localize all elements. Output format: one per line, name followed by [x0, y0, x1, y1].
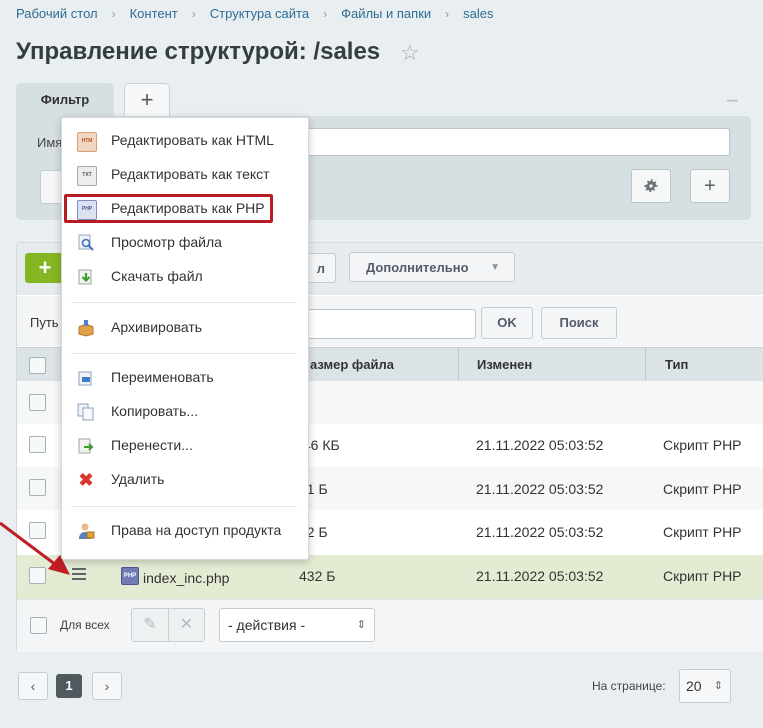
row-type: Скрипт PHP	[663, 524, 742, 540]
html-file-icon: HTM	[77, 132, 97, 152]
menu-item-move[interactable]: Перенести...	[111, 437, 193, 453]
chevron-right-icon: ›	[445, 6, 450, 21]
chevron-right-icon: ›	[191, 6, 196, 21]
breadcrumb-desktop[interactable]: Рабочий стол	[16, 6, 98, 21]
context-menu	[61, 117, 309, 560]
row-changed: 21.11.2022 05:03:52	[476, 437, 604, 453]
row-type: Скрипт PHP	[663, 437, 742, 453]
hamburger-icon	[72, 568, 88, 580]
copy-icon	[77, 403, 95, 421]
row-changed: 21.11.2022 05:03:52	[476, 481, 604, 497]
column-changed[interactable]: Изменен	[477, 347, 532, 383]
menu-item-edit-text[interactable]: Редактировать как текст	[111, 166, 270, 182]
close-icon[interactable]: ✕	[169, 609, 204, 641]
column-type[interactable]: Тип	[665, 347, 688, 383]
ok-button[interactable]: OK	[481, 307, 533, 339]
row-checkbox[interactable]	[29, 479, 46, 496]
updown-icon: ⇕	[356, 619, 366, 631]
column-size[interactable]: азмер файла	[310, 347, 394, 383]
tab-filter[interactable]: Фильтр	[16, 83, 114, 119]
edit-delete-group: ✎ ✕	[131, 608, 205, 642]
download-icon	[77, 268, 95, 286]
delete-icon: ✖	[78, 470, 94, 490]
search-button[interactable]: Поиск	[541, 307, 617, 339]
actions-select-value: - действия -	[228, 617, 306, 633]
per-page-select[interactable]: 20 ⇕	[679, 669, 731, 703]
page-title: Управление структурой: /sales	[16, 38, 381, 65]
chevron-right-icon: ›	[323, 6, 328, 21]
menu-divider	[71, 353, 297, 354]
menu-item-view-file[interactable]: Просмотр файла	[111, 234, 222, 250]
menu-item-delete[interactable]: Удалить	[111, 471, 164, 487]
column-divider	[458, 347, 459, 383]
next-page-button[interactable]: ›	[92, 672, 122, 700]
text-file-icon: TXT	[77, 166, 97, 186]
user-lock-icon	[77, 522, 95, 540]
for-all-checkbox[interactable]	[30, 617, 47, 634]
php-file-icon: PHP	[121, 567, 139, 585]
filter-add-button[interactable]: +	[690, 169, 730, 203]
menu-item-rename[interactable]: Переименовать	[111, 369, 214, 385]
menu-item-copy[interactable]: Копировать...	[111, 403, 198, 419]
updown-icon: ⇕	[713, 680, 723, 692]
row-menu-button[interactable]	[71, 566, 89, 582]
gear-icon	[644, 179, 658, 193]
path-label: Путь	[30, 315, 59, 330]
row-changed: 21.11.2022 05:03:52	[476, 568, 604, 584]
path-input[interactable]	[300, 309, 476, 339]
row-checkbox[interactable]	[29, 436, 46, 453]
breadcrumb: Рабочий стол › Контент › Структура сайта › …	[16, 6, 494, 21]
filter-name-input[interactable]	[300, 128, 730, 156]
more-button-label: Дополнительно	[366, 260, 469, 275]
prev-page-button[interactable]: ‹	[18, 672, 48, 700]
row-type: Скрипт PHP	[663, 568, 742, 584]
filter-name-label: Имя	[37, 135, 63, 150]
breadcrumb-content[interactable]: Контент	[130, 6, 178, 21]
column-divider	[645, 347, 646, 383]
select-all-checkbox[interactable]	[29, 357, 46, 374]
per-page-value: 20	[686, 678, 702, 694]
more-button[interactable]: Дополнительно ▼	[349, 252, 515, 282]
view-file-icon	[77, 234, 95, 252]
star-icon[interactable]: ☆	[400, 40, 420, 66]
menu-divider	[71, 302, 297, 303]
pencil-icon[interactable]: ✎	[132, 609, 169, 641]
row-changed: 21.11.2022 05:03:52	[476, 524, 604, 540]
chevron-right-icon: ›	[111, 6, 116, 21]
current-page-button[interactable]: 1	[56, 674, 82, 698]
row-size: 432 Б	[299, 568, 336, 584]
collapse-icon[interactable]: −	[726, 88, 739, 114]
add-filter-tab-button[interactable]: +	[124, 83, 170, 118]
row-checkbox[interactable]	[29, 394, 46, 411]
archive-icon	[77, 319, 95, 337]
highlight-box	[64, 194, 273, 223]
menu-item-download[interactable]: Скачать файл	[111, 268, 203, 284]
add-button[interactable]: +	[25, 253, 65, 283]
menu-item-archive[interactable]: Архивировать	[111, 319, 202, 335]
breadcrumb-site-structure[interactable]: Структура сайта	[210, 6, 309, 21]
chevron-down-icon: ▼	[490, 262, 500, 273]
group-actions-bar	[17, 599, 763, 652]
row-type: Скрипт PHP	[663, 481, 742, 497]
menu-item-access-rights[interactable]: Права на доступ продукта	[111, 522, 281, 538]
actions-select[interactable]: - действия - ⇕	[219, 608, 375, 642]
per-page-label: На странице:	[592, 679, 666, 693]
menu-divider	[71, 506, 297, 507]
breadcrumb-sales[interactable]: sales	[463, 6, 493, 21]
rename-icon	[77, 369, 95, 387]
file-name[interactable]: index_inc.php	[143, 570, 229, 586]
move-icon	[77, 437, 95, 455]
filter-settings-button[interactable]	[631, 169, 671, 203]
for-all-label: Для всех	[60, 618, 110, 632]
menu-item-edit-html[interactable]: Редактировать как HTML	[111, 132, 274, 148]
breadcrumb-files-folders[interactable]: Файлы и папки	[341, 6, 431, 21]
